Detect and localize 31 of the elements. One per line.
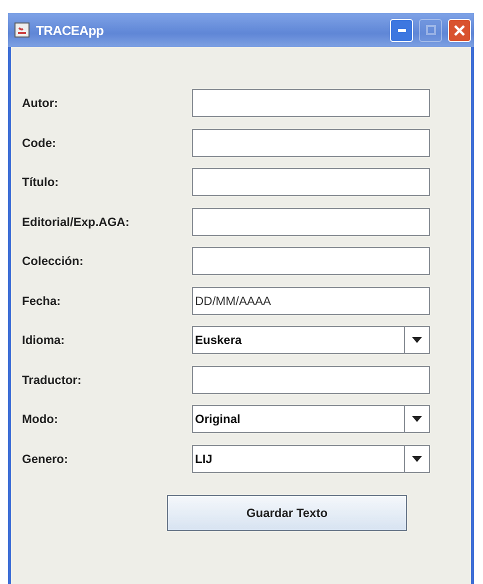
dropdown-arrow-icon (412, 456, 422, 462)
field-label: Modo: (22, 412, 59, 426)
dropdown-arrow-icon (412, 337, 422, 343)
dropdown-arrow-icon (412, 416, 422, 422)
input-field[interactable] (192, 208, 430, 236)
input-field[interactable] (192, 366, 430, 394)
minimize-button[interactable] (390, 18, 413, 42)
input-field[interactable] (192, 89, 430, 117)
input-field[interactable] (192, 247, 430, 275)
dropdown[interactable]: LIJ (192, 444, 430, 472)
save-button[interactable]: Guardar Texto (167, 494, 407, 530)
close-button[interactable] (448, 18, 471, 42)
field-label: Idioma: (22, 333, 66, 347)
minimize-icon (398, 28, 406, 32)
field-label: Editorial/Exp.AGA: (22, 214, 130, 228)
close-icon (454, 24, 465, 36)
field-label: Genero: (22, 452, 70, 466)
input-field[interactable] (192, 168, 430, 196)
field-label: Code: (22, 136, 57, 150)
field-label: Título: (22, 175, 60, 189)
field-label: Traductor: (22, 372, 82, 386)
window-title: TRACEApp (36, 22, 105, 38)
app-icon (14, 22, 30, 38)
field-label: Autor: (22, 96, 59, 110)
maximize-icon (426, 25, 436, 35)
field-label: Colección: (22, 254, 84, 268)
input-field[interactable] (192, 128, 430, 156)
input-field[interactable]: DD/MM/AAAA (192, 286, 430, 314)
dropdown[interactable]: Original (192, 405, 430, 433)
field-label: Fecha: (22, 294, 62, 308)
dropdown[interactable]: Euskera (192, 326, 430, 354)
